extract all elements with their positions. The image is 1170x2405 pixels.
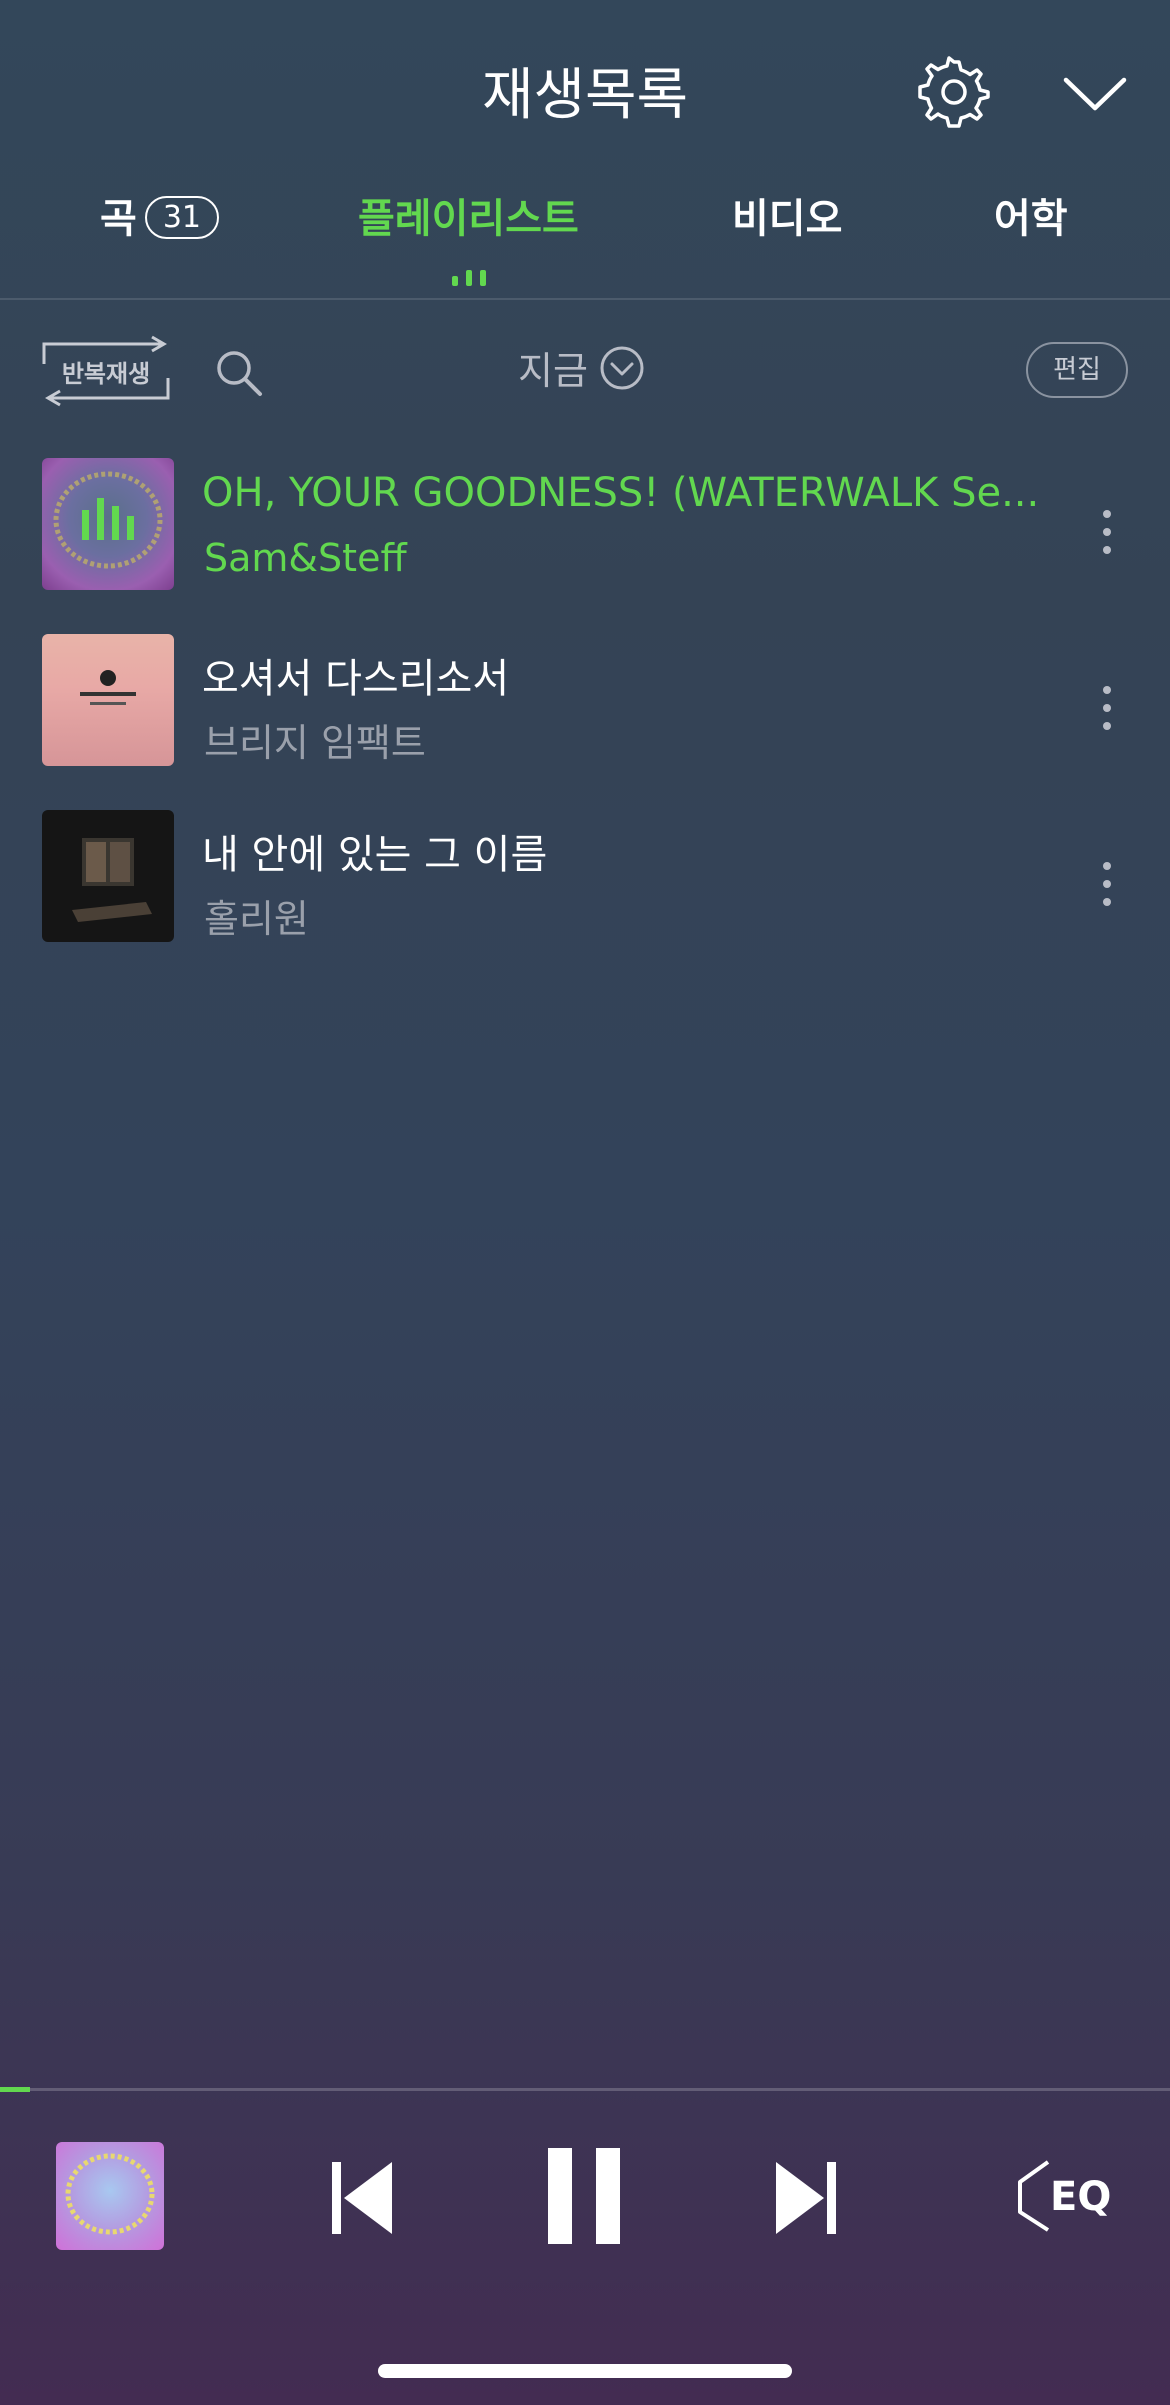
mini-player: EQ <box>0 2092 1170 2302</box>
album-art-image <box>80 670 136 705</box>
tab-video[interactable]: 비디오 <box>732 186 842 244</box>
song-artist: 홀리원 <box>204 897 309 941</box>
tab-songs[interactable]: 곡 31 <box>100 186 219 244</box>
more-options-icon[interactable] <box>1096 502 1116 562</box>
home-indicator[interactable] <box>378 2364 792 2378</box>
more-options-icon[interactable] <box>1096 678 1116 738</box>
now-playing-icon <box>53 471 163 569</box>
album-art-image <box>65 2153 155 2235</box>
tab-songs-label: 곡 <box>100 196 137 242</box>
search-icon[interactable] <box>214 348 264 398</box>
repeat-button[interactable]: 반복재생 <box>40 334 172 408</box>
tab-language[interactable]: 어학 <box>994 186 1068 244</box>
next-track-icon[interactable] <box>772 2158 838 2238</box>
repeat-label: 반복재생 <box>61 360 151 388</box>
more-options-icon[interactable] <box>1096 854 1116 914</box>
tab-playlist[interactable]: 플레이리스트 <box>358 186 579 244</box>
previous-track-icon[interactable] <box>330 2158 396 2238</box>
eq-button[interactable]: EQ <box>1010 2156 1114 2236</box>
song-title: 오셔서 다스리소서 <box>202 656 510 702</box>
song-title: 내 안에 있는 그 이름 <box>202 832 548 878</box>
list-item[interactable]: 오셔서 다스리소서 브리지 임팩트 <box>0 618 1170 794</box>
sort-label: 지금 <box>518 349 588 393</box>
song-title: OH, YOUR GOODNESS! (WATERWALK Se... <box>202 470 1040 516</box>
current-album-art[interactable] <box>56 2142 164 2250</box>
active-tab-indicator <box>450 266 490 286</box>
tab-language-label: 어학 <box>994 196 1068 242</box>
edit-button[interactable]: 편집 <box>1026 342 1128 398</box>
gear-icon[interactable] <box>918 56 990 128</box>
album-art <box>42 810 174 942</box>
page-title: 재생목록 <box>481 63 689 128</box>
eq-label: EQ <box>1050 2174 1112 2220</box>
album-art <box>42 634 174 766</box>
playlist-toolbar: 반복재생 지금 편집 <box>0 330 1170 410</box>
song-artist: 브리지 임팩트 <box>204 721 426 765</box>
header: 재생목록 <box>0 0 1170 180</box>
song-list: OH, YOUR GOODNESS! (WATERWALK Se... Sam&… <box>0 442 1170 970</box>
sort-dropdown[interactable]: 지금 <box>518 340 645 400</box>
pause-icon[interactable] <box>546 2146 622 2246</box>
chevron-down-icon[interactable] <box>1060 68 1130 118</box>
progress-track[interactable] <box>0 2088 1170 2091</box>
tab-bar: 곡 31 플레이리스트 비디오 어학 <box>0 180 1170 300</box>
divider <box>0 298 1170 300</box>
tab-video-label: 비디오 <box>732 196 843 242</box>
song-count-badge: 31 <box>144 195 219 239</box>
album-art-image <box>72 838 152 922</box>
list-item[interactable]: OH, YOUR GOODNESS! (WATERWALK Se... Sam&… <box>0 442 1170 618</box>
list-item[interactable]: 내 안에 있는 그 이름 홀리원 <box>0 794 1170 970</box>
tab-playlist-label: 플레이리스트 <box>358 196 579 242</box>
album-art <box>42 458 174 590</box>
chevron-circle-down-icon <box>600 346 644 389</box>
song-artist: Sam&Steff <box>204 536 407 580</box>
